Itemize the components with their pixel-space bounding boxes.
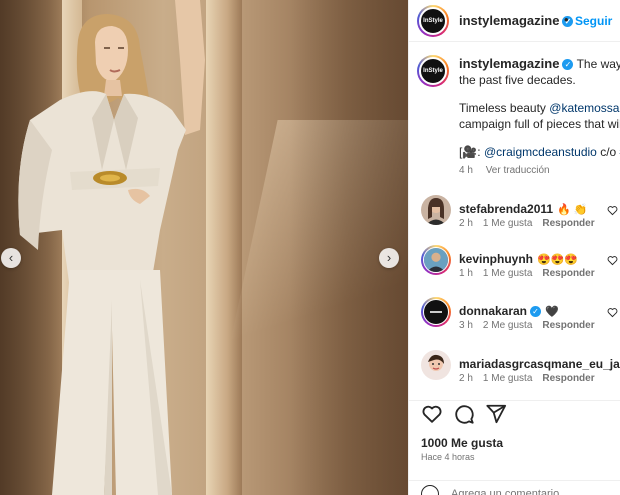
comment-likes[interactable]: 1 Me gusta xyxy=(483,268,532,279)
comment-username[interactable]: mariadasgrcasqmane_eu_jauent xyxy=(459,357,620,371)
caption-line: [🎥: xyxy=(459,145,484,159)
comment-time: 3 h xyxy=(459,320,473,331)
heart-icon[interactable] xyxy=(607,205,618,216)
reply-button[interactable]: Responder xyxy=(542,373,594,384)
verified-icon: ✓ xyxy=(530,306,542,317)
comment-meta: 3 h 2 Me gusta Responder xyxy=(459,320,605,331)
comment-username[interactable]: donnakaran xyxy=(459,304,527,318)
comment-item: kevinphuynh 😍😍😍 1 h 1 Me gusta Responder xyxy=(409,245,620,297)
caption-line: The way thes xyxy=(576,57,620,71)
comment-input[interactable] xyxy=(451,488,611,495)
reply-button[interactable]: Responder xyxy=(542,320,594,331)
caption-text: instylemagazine✓ The way thes the past f… xyxy=(459,56,620,160)
comment-likes[interactable]: 1 Me gusta xyxy=(483,373,532,384)
heart-icon[interactable] xyxy=(607,307,618,318)
mention-link[interactable]: @craigmcdeanstudio xyxy=(484,145,597,159)
avatar-logo: InStyle xyxy=(419,7,447,35)
avatar[interactable] xyxy=(421,245,451,275)
likes-count[interactable]: 1000 Me gusta xyxy=(421,436,503,450)
avatar[interactable] xyxy=(421,195,451,225)
comment-likes[interactable]: 2 Me gusta xyxy=(483,320,532,331)
comment-meta: 2 h 1 Me gusta Responder xyxy=(459,373,605,384)
comment-item: stefabrenda2011 🔥 👏 2 h 1 Me gusta Responde… xyxy=(409,195,620,247)
post-header: InStyle instylemagazine ✓ • Seguir xyxy=(409,0,620,42)
avatar[interactable]: InStyle xyxy=(417,55,449,87)
comment-text: 🖤 xyxy=(545,306,559,318)
reply-button[interactable]: Responder xyxy=(542,268,594,279)
comment-text: 😍😍😍 xyxy=(537,254,579,266)
add-comment-bar xyxy=(409,480,620,495)
comment-icon[interactable] xyxy=(453,403,475,425)
comment-meta: 1 h 1 Me gusta Responder xyxy=(459,268,605,279)
follow-button[interactable]: Seguir xyxy=(575,14,612,28)
comment-username[interactable]: stefabrenda2011 xyxy=(459,202,553,216)
verified-icon: ✓ xyxy=(562,59,574,70)
heart-icon[interactable] xyxy=(607,255,618,266)
caption-line: the past five decades. xyxy=(459,73,576,87)
caption-meta: 4 h Ver traducción xyxy=(459,165,560,176)
model-figure xyxy=(18,0,205,495)
post-photo[interactable]: ‹ › xyxy=(0,0,408,495)
comment-likes[interactable]: 1 Me gusta xyxy=(483,218,532,229)
next-photo-button[interactable]: › xyxy=(379,248,399,268)
post-age: Hace 4 horas xyxy=(421,452,475,462)
post-author-username[interactable]: instylemagazine ✓ xyxy=(459,13,574,28)
avatar[interactable] xyxy=(421,350,451,380)
avatar[interactable] xyxy=(421,297,451,327)
username-text: instylemagazine xyxy=(459,13,560,28)
comment-meta: 2 h 1 Me gusta Responder xyxy=(459,218,605,229)
previous-photo-button[interactable]: ‹ xyxy=(1,248,21,268)
caption-username[interactable]: instylemagazine xyxy=(459,56,559,71)
caption-line: campaign full of pieces that will a xyxy=(459,117,620,131)
separator-dot: • xyxy=(564,12,569,27)
comment-item: mariadasgrcasqmane_eu_jauent 2 h 1 Me gus… xyxy=(409,350,620,402)
translate-link[interactable]: Ver traducción xyxy=(486,165,550,176)
comment-time: 2 h xyxy=(459,373,473,384)
comment-time: 2 h xyxy=(459,218,473,229)
post-time: 4 h xyxy=(459,165,473,176)
post-caption: InStyle instylemagazine✓ The way thes th… xyxy=(409,50,620,180)
post-actions xyxy=(409,400,620,430)
avatar[interactable]: InStyle xyxy=(417,5,449,37)
comment-text: 🔥 👏 xyxy=(557,204,588,216)
comment-username[interactable]: kevinphuynh xyxy=(459,252,533,266)
share-icon[interactable] xyxy=(485,403,507,425)
comment-time: 1 h xyxy=(459,268,473,279)
emoji-icon[interactable] xyxy=(421,485,439,495)
avatar-logo: InStyle xyxy=(419,57,447,85)
caption-line: Timeless beauty xyxy=(459,101,550,115)
post-side-panel: InStyle instylemagazine ✓ • Seguir InStyl… xyxy=(408,0,620,495)
caption-line: c/o xyxy=(596,145,620,159)
reply-button[interactable]: Responder xyxy=(542,218,594,229)
heart-icon[interactable] xyxy=(421,403,443,425)
mention-link[interactable]: @katemossagen xyxy=(549,101,620,115)
comment-item: donnakaran ✓ 🖤 3 h 2 Me gusta Responder xyxy=(409,297,620,349)
